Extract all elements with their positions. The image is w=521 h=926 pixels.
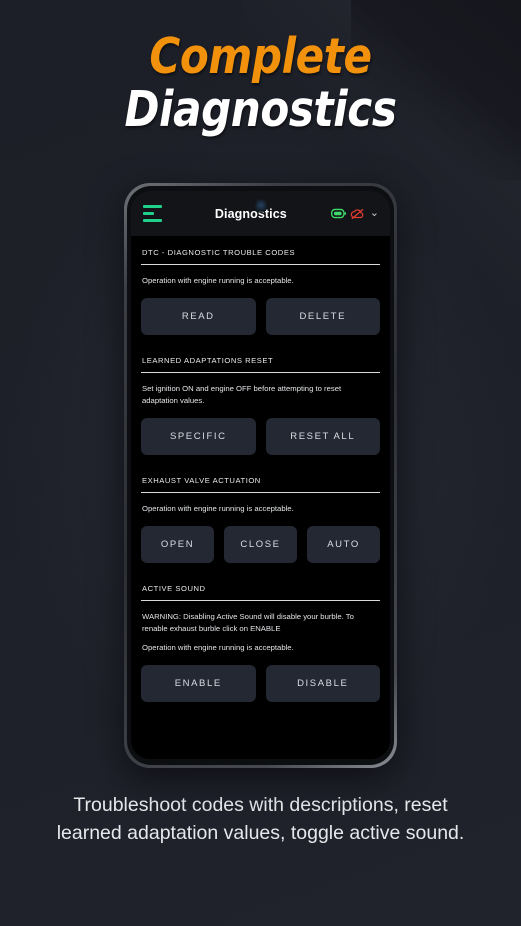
caption-text: Troubleshoot codes with descriptions, re… <box>56 794 465 844</box>
menu-line-3 <box>143 219 162 222</box>
front-camera-icon <box>254 199 267 213</box>
section-title: EXHAUST VALVE ACTUATION <box>142 475 261 485</box>
delete-button[interactable]: DELETE <box>265 297 380 335</box>
open-button[interactable]: OPEN <box>141 525 214 563</box>
cloud-off-icon[interactable] <box>350 208 365 220</box>
section-warning-text: WARNING: Disabling Active Sound will dis… <box>142 611 354 633</box>
menu-line-1 <box>143 205 162 208</box>
section-title: LEARNED ADAPTATIONS RESET <box>142 355 274 365</box>
section-exhaust-valve-actuation: EXHAUST VALVE ACTUATION Operation with e… <box>141 464 380 572</box>
reset-all-button[interactable]: RESET ALL <box>265 417 380 455</box>
phone-bezel: Diagnostics ⌄ DTC - DIAGNOSTIC TROUBLE C… <box>127 186 394 765</box>
button-row: ENABLE DISABLE <box>141 664 380 711</box>
auto-button[interactable]: AUTO <box>307 525 380 563</box>
phone-device-frame: Diagnostics ⌄ DTC - DIAGNOSTIC TROUBLE C… <box>124 183 397 768</box>
button-row: OPEN CLOSE AUTO <box>141 525 380 572</box>
section-active-sound: ACTIVE SOUND WARNING: Disabling Active S… <box>141 572 380 711</box>
read-button[interactable]: READ <box>141 297 256 335</box>
button-row: SPECIFIC RESET ALL <box>141 417 380 464</box>
disable-button[interactable]: DISABLE <box>265 664 380 702</box>
headline: Complete Diagnostics <box>0 32 521 134</box>
specific-button[interactable]: SPECIFIC <box>141 417 256 455</box>
hamburger-menu-icon[interactable] <box>143 205 165 222</box>
section-description: Operation with engine running is accepta… <box>142 503 294 513</box>
section-learned-adaptations-reset: LEARNED ADAPTATIONS RESET Set ignition O… <box>141 344 380 464</box>
section-divider <box>141 599 380 601</box>
app-header: Diagnostics ⌄ <box>131 191 390 236</box>
close-button[interactable]: CLOSE <box>224 525 297 563</box>
battery-icon[interactable] <box>330 208 346 219</box>
section-divider <box>141 264 380 265</box>
section-title: ACTIVE SOUND <box>142 583 206 593</box>
button-row: READ DELETE <box>141 297 380 344</box>
header-status-group: ⌄ <box>330 208 379 220</box>
enable-button[interactable]: ENABLE <box>141 664 256 702</box>
diagnostics-content[interactable]: DTC - DIAGNOSTIC TROUBLE CODES Operation… <box>131 236 390 759</box>
headline-line-2: Diagnostics <box>124 81 397 138</box>
app-title: Diagnostics <box>214 206 287 221</box>
section-description: Operation with engine running is accepta… <box>142 642 294 652</box>
chevron-down-icon[interactable]: ⌄ <box>370 208 379 219</box>
section-dtc: DTC - DIAGNOSTIC TROUBLE CODES Operation… <box>141 236 380 344</box>
section-description: Set ignition ON and engine OFF before at… <box>142 383 342 405</box>
section-divider <box>141 371 380 373</box>
section-description: Operation with engine running is accepta… <box>142 276 294 285</box>
headline-line-1: Complete <box>149 28 372 85</box>
section-title: DTC - DIAGNOSTIC TROUBLE CODES <box>142 248 296 257</box>
section-divider <box>141 491 380 493</box>
phone-screen: Diagnostics ⌄ DTC - DIAGNOSTIC TROUBLE C… <box>131 191 390 759</box>
menu-line-2 <box>143 212 154 215</box>
